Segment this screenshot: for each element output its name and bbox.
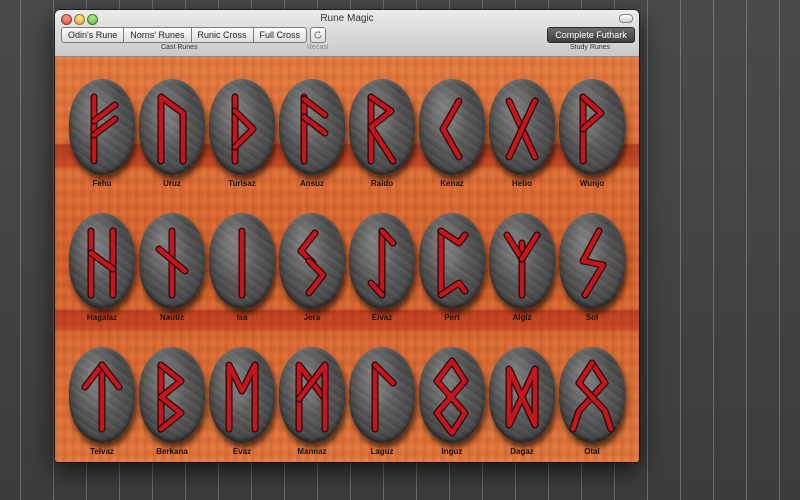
rune-stone-dagaz[interactable] xyxy=(489,347,555,443)
raido-rune-icon xyxy=(367,93,397,165)
rune-name-wunjo: Wunjo xyxy=(579,179,605,188)
algiz-rune-icon xyxy=(503,231,541,299)
rune-stone-hebo[interactable] xyxy=(489,79,555,175)
rune-stone-sol[interactable] xyxy=(559,213,625,309)
rune-stone-berkana[interactable] xyxy=(139,347,205,443)
recast-label: Recast xyxy=(307,44,329,51)
rune-name-raido: Raido xyxy=(370,179,394,188)
rune-stone-laguz[interactable] xyxy=(349,347,415,443)
window-title: Rune Magic xyxy=(320,13,374,24)
rune-name-kenaz: Kenaz xyxy=(440,179,464,188)
cast-runes-label: Cast Runes xyxy=(161,44,198,51)
study-runes-label: Study Runes xyxy=(570,44,611,51)
nauthiz-rune-icon xyxy=(155,227,189,299)
rune-name-laguz: Laguz xyxy=(370,447,394,456)
rune-stone-eivaz[interactable] xyxy=(349,213,415,309)
wunjo-rune-icon xyxy=(579,93,605,165)
rune-name-ansuz: Ansuz xyxy=(300,179,324,188)
rune-name-uruz: Uruz xyxy=(163,179,181,188)
rune-name-hagalaz: Hagalaz xyxy=(86,313,118,322)
rune-stone-otal[interactable] xyxy=(559,347,625,443)
gebo-rune-icon xyxy=(505,97,539,161)
rune-stone-hagalaz[interactable] xyxy=(69,213,135,309)
rune-stone-jera[interactable] xyxy=(279,213,345,309)
rune-stone-turisaz[interactable] xyxy=(209,79,275,175)
rune-stone-isa[interactable] xyxy=(209,213,275,309)
rune-name-eivaz: Eivaz xyxy=(371,313,393,322)
refresh-icon xyxy=(314,31,322,39)
jera-rune-icon xyxy=(297,229,327,297)
odins-rune-button[interactable]: Odin's Rune xyxy=(62,28,125,42)
rune-stone-algiz[interactable] xyxy=(489,213,555,309)
rune-name-evaz: Evaz xyxy=(232,447,252,456)
ehwaz-rune-icon xyxy=(225,361,259,433)
rune-name-nautiz: Nautiz xyxy=(160,313,184,322)
rune-board: Fehu Uruz Turisaz Ansuz Raido Kenaz Hebo Wunjo H… xyxy=(55,57,639,462)
rune-stone-uruz[interactable] xyxy=(139,79,205,175)
rune-stone-evaz[interactable] xyxy=(209,347,275,443)
rune-name-jera: Jera xyxy=(303,313,321,322)
rune-stone-wunjo[interactable] xyxy=(559,79,625,175)
rune-stone-raido[interactable] xyxy=(349,79,415,175)
rune-stone-mannaz[interactable] xyxy=(279,347,345,443)
rune-name-berkana: Berkana xyxy=(156,447,188,456)
recast-button[interactable] xyxy=(310,27,326,43)
rune-name-algiz: Algiz xyxy=(512,313,532,322)
mannaz-rune-icon xyxy=(295,361,329,433)
rune-name-mannaz: Mannaz xyxy=(297,447,327,456)
cast-runes-segmented-control: Odin's Rune Norns' Runes Runic Cross Ful… xyxy=(61,27,308,43)
rune-stone-inguz[interactable] xyxy=(419,347,485,443)
sowilo-rune-icon xyxy=(579,227,607,299)
rune-stone-teivaz[interactable] xyxy=(69,347,135,443)
norns-runes-button[interactable]: Norns' Runes xyxy=(124,28,192,42)
rune-name-hebo: Hebo xyxy=(512,179,532,188)
rune-name-otal: Otal xyxy=(584,447,600,456)
hagalaz-rune-icon xyxy=(87,227,117,299)
rune-name-turisaz: Turisaz xyxy=(228,179,256,188)
rune-name-inguz: Inguz xyxy=(441,447,463,456)
dagaz-rune-icon xyxy=(505,365,539,429)
full-cross-button[interactable]: Full Cross xyxy=(254,28,307,42)
uruz-rune-icon xyxy=(157,93,187,165)
tiwaz-rune-icon xyxy=(81,361,123,433)
rune-name-teivaz: Teivaz xyxy=(90,447,114,456)
rune-name-dagaz: Dagaz xyxy=(510,447,534,456)
rune-stone-fehu[interactable] xyxy=(69,79,135,175)
runic-cross-button[interactable]: Runic Cross xyxy=(192,28,254,42)
rune-name-pert: Pert xyxy=(444,313,460,322)
rune-stone-kenaz[interactable] xyxy=(419,79,485,175)
othala-rune-icon xyxy=(569,359,615,433)
berkana-rune-icon xyxy=(157,361,185,433)
rune-name-sol: Sol xyxy=(585,313,599,322)
isa-rune-icon xyxy=(238,227,246,299)
fehu-rune-icon xyxy=(90,93,119,165)
perthro-rune-icon xyxy=(437,227,469,299)
inguz-rune-icon xyxy=(433,357,469,437)
toolbar: Rune Magic Odin's Rune Norns' Runes Runi… xyxy=(55,10,639,57)
toolbar-toggle-button[interactable] xyxy=(619,14,633,23)
rune-stone-nautiz[interactable] xyxy=(139,213,205,309)
complete-futhark-button[interactable]: Complete Futhark xyxy=(547,27,635,43)
thurisaz-rune-icon xyxy=(231,93,257,165)
rune-name-isa: Isa xyxy=(236,313,248,322)
rune-stone-ansuz[interactable] xyxy=(279,79,345,175)
eihwaz-rune-icon xyxy=(367,227,397,299)
app-window: Rune Magic Odin's Rune Norns' Runes Runi… xyxy=(55,10,639,462)
ansuz-rune-icon xyxy=(300,93,329,165)
rune-name-fehu: Fehu xyxy=(92,179,112,188)
rune-stone-pert[interactable] xyxy=(419,213,485,309)
laguz-rune-icon xyxy=(371,361,397,433)
kenaz-rune-icon xyxy=(439,97,463,161)
